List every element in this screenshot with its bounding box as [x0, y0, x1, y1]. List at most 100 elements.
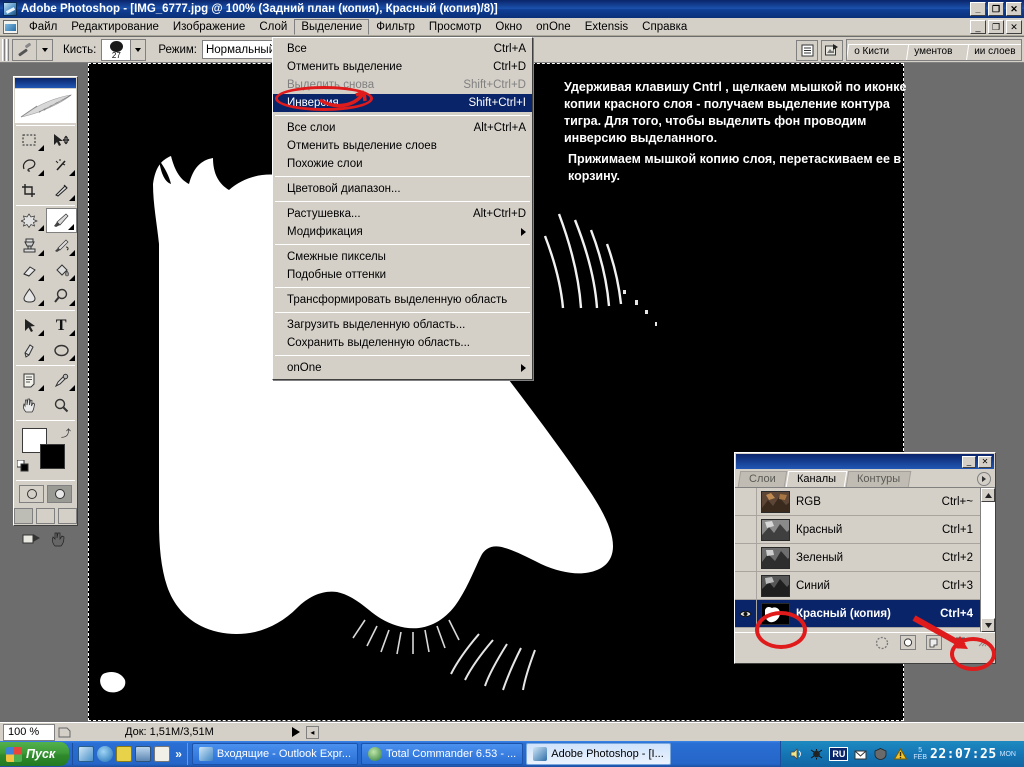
channels-close-button[interactable]: ✕ [978, 455, 992, 468]
channels-palette-titlebar[interactable]: _ ✕ [736, 454, 994, 469]
document-icon[interactable] [3, 19, 18, 34]
zoom-level-field[interactable]: 100 % [3, 723, 55, 741]
status-bar-menu-icon[interactable]: ◂ [305, 725, 319, 739]
clone-stamp-tool[interactable] [14, 233, 46, 258]
app-close-button[interactable]: ✕ [1006, 2, 1022, 16]
menu-option-all[interactable]: Все Ctrl+A [273, 40, 532, 58]
magic-wand-tool[interactable] [46, 153, 78, 178]
delete-channel-icon[interactable] [952, 635, 968, 650]
eraser-tool[interactable] [14, 258, 46, 283]
scroll-down-button[interactable] [981, 618, 995, 632]
tool-preset-chevron-down-icon[interactable] [37, 40, 52, 60]
resize-grip-icon[interactable] [978, 638, 987, 647]
warning-icon[interactable] [893, 747, 908, 762]
volume-icon[interactable] [789, 747, 804, 762]
menu-option-transform-selection[interactable]: Трансформировать выделенную область [273, 291, 532, 309]
palette-well-tab-brushes[interactable]: о Кисти [847, 44, 915, 60]
doc-close-button[interactable]: ✕ [1006, 20, 1022, 34]
menu-item-help[interactable]: Справка [635, 19, 694, 35]
doc-minimize-button[interactable]: _ [970, 20, 986, 34]
channel-visibility-toggle-green[interactable] [735, 543, 757, 572]
channels-minimize-button[interactable]: _ [962, 455, 976, 468]
default-colors-icon[interactable] [16, 459, 29, 472]
full-screen-menubar-mode-button[interactable] [36, 508, 55, 524]
history-brush-tool[interactable] [46, 233, 78, 258]
notes-tool[interactable] [14, 368, 46, 393]
palette-menu-icon[interactable] [977, 472, 991, 486]
menu-item-onone[interactable]: onOne [529, 19, 578, 35]
channel-row-rgb[interactable]: RGB Ctrl+~ [735, 488, 995, 516]
internet-explorer-icon[interactable] [97, 746, 114, 762]
channel-visibility-toggle-blue[interactable] [735, 571, 757, 600]
menu-option-similar-layers[interactable]: Похожие слои [273, 155, 532, 173]
move-tool[interactable] [46, 128, 78, 153]
menu-option-similar[interactable]: Подобные оттенки [273, 266, 532, 284]
app-restore-button[interactable]: ❐ [988, 2, 1004, 16]
palette-well[interactable]: о Кисти ументов ии слоев [846, 39, 1022, 61]
quick-launch-chevron-icon[interactable]: » [175, 747, 182, 761]
blur-tool[interactable] [14, 283, 46, 308]
quick-mask-mode-button[interactable] [47, 485, 72, 503]
menu-item-window[interactable]: Окно [488, 19, 529, 35]
media-icon[interactable] [135, 746, 152, 762]
toggle-palettes-icon[interactable] [796, 39, 818, 61]
menu-item-image[interactable]: Изображение [166, 19, 252, 35]
menu-option-inverse[interactable]: Инверсия Shift+Ctrl+I [273, 94, 532, 112]
select-menu-dropdown[interactable]: Все Ctrl+A Отменить выделение Ctrl+D Выд… [272, 37, 533, 380]
shape-tool[interactable] [46, 338, 78, 363]
palette-well-tab-tool-presets[interactable]: ументов [905, 44, 975, 60]
tool-preset-picker[interactable] [12, 38, 53, 61]
shield-icon[interactable] [873, 747, 888, 762]
menu-item-select[interactable]: Выделение [294, 18, 370, 35]
palette-well-tab-layer-comps[interactable]: ии слоев [965, 44, 1021, 60]
taskbar-item-total-commander[interactable]: Total Commander 6.53 - ... [361, 743, 524, 765]
app-minimize-button[interactable]: _ [970, 2, 986, 16]
swap-colors-icon[interactable]: ⤴ [61, 425, 71, 440]
new-channel-icon[interactable] [926, 635, 942, 650]
slice-tool[interactable] [46, 178, 78, 203]
language-indicator[interactable]: RU [829, 747, 849, 761]
lasso-tool[interactable] [14, 153, 46, 178]
brush-picker-chevron-down-icon[interactable] [131, 38, 147, 61]
load-selection-icon[interactable] [874, 635, 890, 650]
channel-visibility-toggle-rgb[interactable] [735, 488, 757, 516]
pen-tool[interactable] [14, 338, 46, 363]
channel-row-red[interactable]: Красный Ctrl+1 [735, 515, 995, 544]
eyedropper-tool[interactable] [46, 368, 78, 393]
menu-item-edit[interactable]: Редактирование [64, 19, 166, 35]
menu-option-deselect[interactable]: Отменить выделение Ctrl+D [273, 58, 532, 76]
menu-option-onone[interactable]: onOne [273, 359, 532, 377]
menu-option-all-layers[interactable]: Все слои Alt+Ctrl+A [273, 119, 532, 137]
save-icon[interactable] [116, 746, 133, 762]
menu-option-grow[interactable]: Смежные пикселы [273, 248, 532, 266]
menu-item-filter[interactable]: Фильтр [369, 19, 422, 35]
start-button[interactable]: Пуск [0, 742, 70, 766]
background-color-swatch[interactable] [40, 444, 65, 469]
paint-bucket-tool[interactable] [46, 258, 78, 283]
menu-item-view[interactable]: Просмотр [422, 19, 489, 35]
taskbar-item-photoshop[interactable]: Adobe Photoshop - [I... [526, 743, 671, 765]
doc-restore-button[interactable]: ❐ [988, 20, 1004, 34]
menu-item-layer[interactable]: Слой [252, 19, 294, 35]
taskbar-clock[interactable]: 5 FEB 22:07:25 MON [913, 747, 1020, 762]
channel-row-blue[interactable]: Синий Ctrl+3 [735, 571, 995, 600]
tab-channels[interactable]: Каналы [785, 471, 848, 487]
path-selection-tool[interactable] [14, 313, 46, 338]
menu-option-deselect-layers[interactable]: Отменить выделение слоев [273, 137, 532, 155]
full-screen-mode-button[interactable] [58, 508, 77, 524]
hand-tool[interactable] [14, 393, 46, 418]
mail-icon[interactable] [853, 747, 868, 762]
antivirus-icon[interactable] [809, 747, 824, 762]
scroll-up-button[interactable] [981, 488, 995, 502]
menu-option-load-selection[interactable]: Загрузить выделенную область... [273, 316, 532, 334]
taskbar-item-outlook[interactable]: Входящие - Outlook Expr... [191, 743, 358, 765]
options-bar-grip[interactable] [2, 38, 9, 61]
channel-row-green[interactable]: Зеленый Ctrl+2 [735, 543, 995, 572]
edit-icon[interactable] [154, 746, 171, 762]
scrollbar-track[interactable] [981, 502, 995, 618]
standard-screen-mode-button[interactable] [14, 508, 33, 524]
menu-option-modify[interactable]: Модификация [273, 223, 532, 241]
imageready-jump-icon[interactable] [821, 39, 843, 61]
healing-brush-tool[interactable] [14, 208, 46, 233]
brush-tool[interactable] [45, 208, 77, 233]
